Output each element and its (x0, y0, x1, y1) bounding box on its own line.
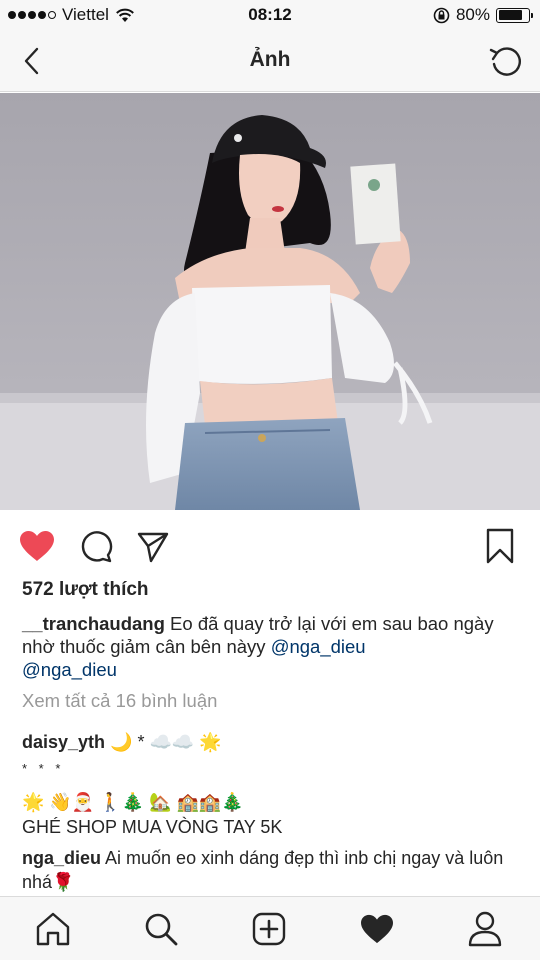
save-button[interactable] (480, 526, 520, 566)
view-all-comments-link[interactable]: Xem tất cả 16 bình luận (22, 690, 217, 712)
status-bar: Viettel 08:12 80% (0, 0, 540, 32)
comment-item: nga_dieu Ai muốn eo xinh dáng đẹp thì in… (22, 846, 522, 894)
refresh-icon (489, 47, 521, 76)
comment-line: 🌟 👋🎅 🚶🎄 🏡 🏫🏫🎄 (22, 792, 244, 812)
battery-percentage: 80% (455, 5, 490, 24)
comment-icon (81, 531, 113, 563)
tab-search[interactable] (141, 909, 181, 949)
bottom-tab-bar (0, 896, 540, 960)
like-count[interactable]: 572 lượt thích (22, 579, 149, 601)
status-right: 80% (433, 5, 533, 25)
heart-filled-icon (20, 531, 54, 561)
post-image (0, 93, 540, 510)
refresh-button[interactable] (486, 42, 526, 82)
comment-item: daisy_yth 🌙 * ☁️☁️ 🌟 (22, 730, 522, 754)
comment-line: * * * (22, 761, 65, 776)
caption-mention-2[interactable]: @nga_dieu (22, 659, 117, 680)
caption-mention[interactable]: @nga_dieu (271, 636, 366, 657)
caption-username[interactable]: __tranchaudang (22, 613, 165, 634)
heart-icon (361, 914, 393, 944)
share-button[interactable] (133, 526, 173, 566)
orientation-lock-icon (433, 7, 450, 23)
post-caption: __tranchaudang Eo đã quay trở lại với em… (22, 612, 522, 681)
tab-activity[interactable] (357, 909, 397, 949)
comment-line: GHÉ SHOP MUA VÒNG TAY 5K (22, 817, 283, 837)
comment-username[interactable]: daisy_yth (22, 732, 105, 752)
post-photo[interactable] (0, 93, 540, 510)
like-button[interactable] (16, 526, 58, 566)
comment-text: 🌙 * ☁️☁️ 🌟 (105, 732, 222, 752)
tab-new-post[interactable] (249, 909, 289, 949)
comment-button[interactable] (76, 526, 116, 566)
tab-home[interactable] (33, 909, 73, 949)
profile-icon (468, 911, 502, 947)
add-post-icon (252, 912, 286, 946)
page-title: Ảnh (249, 48, 291, 71)
bookmark-icon (486, 528, 514, 564)
home-icon (36, 912, 70, 946)
share-send-icon (137, 532, 169, 563)
comment-username[interactable]: nga_dieu (22, 848, 101, 868)
search-icon (145, 913, 178, 946)
battery-icon (496, 7, 533, 23)
tab-profile[interactable] (465, 909, 505, 949)
navigation-bar: Ảnh (0, 32, 540, 92)
post-actions (0, 522, 540, 568)
